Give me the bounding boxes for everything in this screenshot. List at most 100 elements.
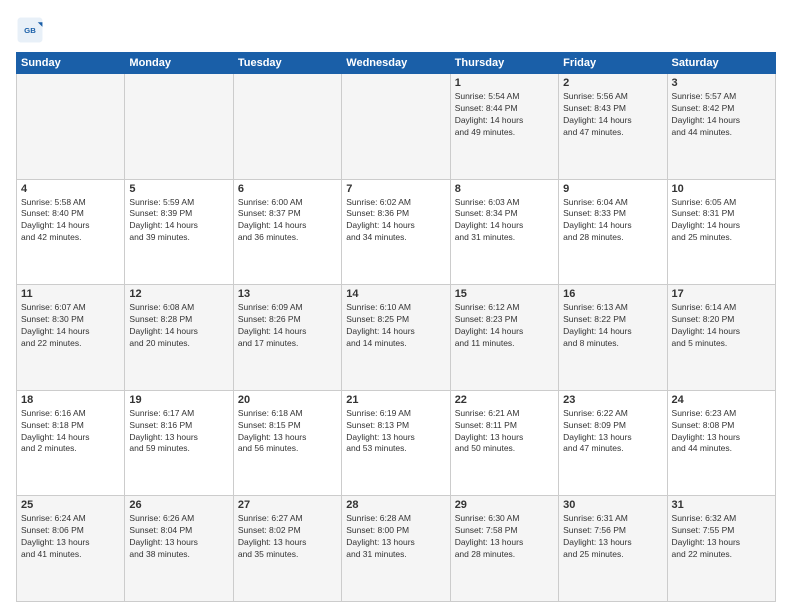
day-number: 29 [455, 499, 554, 511]
week-row-3: 11 Sunrise: 6:07 AM Sunset: 8:30 PM Dayli… [17, 285, 776, 391]
weekday-header-row: SundayMondayTuesdayWednesdayThursdayFrid… [17, 53, 776, 74]
day-number: 16 [563, 288, 662, 300]
day-number: 24 [672, 394, 771, 406]
day-info: Sunrise: 6:14 AM Sunset: 8:20 PM Dayligh… [672, 302, 771, 350]
calendar-cell: 24Sunrise: 6:23 AM Sunset: 8:08 PM Dayli… [667, 390, 775, 496]
svg-text:GB: GB [24, 26, 36, 35]
calendar-cell: 20 Sunrise: 6:18 AM Sunset: 8:15 PM Dayli… [233, 390, 341, 496]
day-info: Sunrise: 6:17 AM Sunset: 8:16 PM Dayligh… [129, 408, 228, 456]
logo-icon: GB [16, 16, 44, 44]
calendar-cell: 18 Sunrise: 6:16 AM Sunset: 8:18 PM Dayli… [17, 390, 125, 496]
weekday-header-sunday: Sunday [17, 53, 125, 74]
day-info: Sunrise: 6:02 AM Sunset: 8:36 PM Dayligh… [346, 197, 445, 245]
day-number: 1 [455, 77, 554, 89]
day-number: 15 [455, 288, 554, 300]
day-number: 9 [563, 183, 662, 195]
day-number: 3 [672, 77, 771, 89]
day-info: Sunrise: 6:27 AM Sunset: 8:02 PM Dayligh… [238, 513, 337, 561]
calendar-cell: 15 Sunrise: 6:12 AM Sunset: 8:23 PM Dayli… [450, 285, 558, 391]
day-number: 27 [238, 499, 337, 511]
calendar-cell: 22 Sunrise: 6:21 AM Sunset: 8:11 PM Dayli… [450, 390, 558, 496]
weekday-header-thursday: Thursday [450, 53, 558, 74]
calendar-cell: 11 Sunrise: 6:07 AM Sunset: 8:30 PM Dayli… [17, 285, 125, 391]
calendar-cell: 19 Sunrise: 6:17 AM Sunset: 8:16 PM Dayli… [125, 390, 233, 496]
calendar-cell: 23 Sunrise: 6:22 AM Sunset: 8:09 PM Dayli… [559, 390, 667, 496]
day-info: Sunrise: 6:12 AM Sunset: 8:23 PM Dayligh… [455, 302, 554, 350]
day-info: Sunrise: 6:13 AM Sunset: 8:22 PM Dayligh… [563, 302, 662, 350]
weekday-header-tuesday: Tuesday [233, 53, 341, 74]
day-info: Sunrise: 6:26 AM Sunset: 8:04 PM Dayligh… [129, 513, 228, 561]
weekday-header-monday: Monday [125, 53, 233, 74]
calendar-cell: 31Sunrise: 6:32 AM Sunset: 7:55 PM Dayli… [667, 496, 775, 602]
day-number: 17 [672, 288, 771, 300]
calendar-cell: 4Sunrise: 5:58 AM Sunset: 8:40 PM Daylig… [17, 179, 125, 285]
page-header: GB [16, 16, 776, 44]
calendar-cell: 21 Sunrise: 6:19 AM Sunset: 8:13 PM Dayli… [342, 390, 450, 496]
day-number: 30 [563, 499, 662, 511]
calendar-cell: 7 Sunrise: 6:02 AM Sunset: 8:36 PM Daylig… [342, 179, 450, 285]
calendar-cell: 26 Sunrise: 6:26 AM Sunset: 8:04 PM Dayli… [125, 496, 233, 602]
day-info: Sunrise: 6:24 AM Sunset: 8:06 PM Dayligh… [21, 513, 120, 561]
day-number: 20 [238, 394, 337, 406]
calendar-cell: 16 Sunrise: 6:13 AM Sunset: 8:22 PM Dayli… [559, 285, 667, 391]
calendar-cell: 12 Sunrise: 6:08 AM Sunset: 8:28 PM Dayli… [125, 285, 233, 391]
day-info: Sunrise: 6:09 AM Sunset: 8:26 PM Dayligh… [238, 302, 337, 350]
calendar-cell: 25 Sunrise: 6:24 AM Sunset: 8:06 PM Dayli… [17, 496, 125, 602]
calendar-cell: 10 Sunrise: 6:05 AM Sunset: 8:31 PM Dayli… [667, 179, 775, 285]
day-number: 10 [672, 183, 771, 195]
calendar-cell [342, 74, 450, 180]
calendar-cell: 13Sunrise: 6:09 AM Sunset: 8:26 PM Dayli… [233, 285, 341, 391]
day-number: 25 [21, 499, 120, 511]
day-info: Sunrise: 6:10 AM Sunset: 8:25 PM Dayligh… [346, 302, 445, 350]
day-info: Sunrise: 6:19 AM Sunset: 8:13 PM Dayligh… [346, 408, 445, 456]
day-number: 18 [21, 394, 120, 406]
day-info: Sunrise: 6:32 AM Sunset: 7:55 PM Dayligh… [672, 513, 771, 561]
calendar-cell: 28Sunrise: 6:28 AM Sunset: 8:00 PM Dayli… [342, 496, 450, 602]
day-info: Sunrise: 6:30 AM Sunset: 7:58 PM Dayligh… [455, 513, 554, 561]
day-info: Sunrise: 5:58 AM Sunset: 8:40 PM Dayligh… [21, 197, 120, 245]
day-info: Sunrise: 6:18 AM Sunset: 8:15 PM Dayligh… [238, 408, 337, 456]
day-number: 11 [21, 288, 120, 300]
calendar-cell [233, 74, 341, 180]
week-row-2: 4Sunrise: 5:58 AM Sunset: 8:40 PM Daylig… [17, 179, 776, 285]
day-info: Sunrise: 5:57 AM Sunset: 8:42 PM Dayligh… [672, 91, 771, 139]
calendar-cell: 3 Sunrise: 5:57 AM Sunset: 8:42 PM Daylig… [667, 74, 775, 180]
day-number: 14 [346, 288, 445, 300]
weekday-header-wednesday: Wednesday [342, 53, 450, 74]
day-info: Sunrise: 6:05 AM Sunset: 8:31 PM Dayligh… [672, 197, 771, 245]
day-info: Sunrise: 5:56 AM Sunset: 8:43 PM Dayligh… [563, 91, 662, 139]
day-number: 12 [129, 288, 228, 300]
calendar-cell: 5 Sunrise: 5:59 AM Sunset: 8:39 PM Daylig… [125, 179, 233, 285]
day-number: 7 [346, 183, 445, 195]
day-info: Sunrise: 6:07 AM Sunset: 8:30 PM Dayligh… [21, 302, 120, 350]
day-number: 23 [563, 394, 662, 406]
day-number: 6 [238, 183, 337, 195]
day-info: Sunrise: 6:04 AM Sunset: 8:33 PM Dayligh… [563, 197, 662, 245]
day-info: Sunrise: 6:00 AM Sunset: 8:37 PM Dayligh… [238, 197, 337, 245]
day-info: Sunrise: 5:59 AM Sunset: 8:39 PM Dayligh… [129, 197, 228, 245]
calendar-cell: 9 Sunrise: 6:04 AM Sunset: 8:33 PM Daylig… [559, 179, 667, 285]
calendar-cell: 14 Sunrise: 6:10 AM Sunset: 8:25 PM Dayli… [342, 285, 450, 391]
day-number: 26 [129, 499, 228, 511]
calendar-cell: 6 Sunrise: 6:00 AM Sunset: 8:37 PM Daylig… [233, 179, 341, 285]
weekday-header-friday: Friday [559, 53, 667, 74]
day-info: Sunrise: 5:54 AM Sunset: 8:44 PM Dayligh… [455, 91, 554, 139]
day-info: Sunrise: 6:03 AM Sunset: 8:34 PM Dayligh… [455, 197, 554, 245]
day-number: 22 [455, 394, 554, 406]
day-info: Sunrise: 6:21 AM Sunset: 8:11 PM Dayligh… [455, 408, 554, 456]
weekday-header-saturday: Saturday [667, 53, 775, 74]
day-info: Sunrise: 6:31 AM Sunset: 7:56 PM Dayligh… [563, 513, 662, 561]
calendar-cell: 30 Sunrise: 6:31 AM Sunset: 7:56 PM Dayli… [559, 496, 667, 602]
calendar-cell: 8 Sunrise: 6:03 AM Sunset: 8:34 PM Daylig… [450, 179, 558, 285]
day-info: Sunrise: 6:22 AM Sunset: 8:09 PM Dayligh… [563, 408, 662, 456]
calendar-cell: 17 Sunrise: 6:14 AM Sunset: 8:20 PM Dayli… [667, 285, 775, 391]
calendar-cell: 27 Sunrise: 6:27 AM Sunset: 8:02 PM Dayli… [233, 496, 341, 602]
day-number: 21 [346, 394, 445, 406]
day-number: 8 [455, 183, 554, 195]
day-number: 19 [129, 394, 228, 406]
day-number: 5 [129, 183, 228, 195]
day-info: Sunrise: 6:08 AM Sunset: 8:28 PM Dayligh… [129, 302, 228, 350]
week-row-4: 18 Sunrise: 6:16 AM Sunset: 8:18 PM Dayli… [17, 390, 776, 496]
week-row-5: 25 Sunrise: 6:24 AM Sunset: 8:06 PM Dayli… [17, 496, 776, 602]
day-info: Sunrise: 6:16 AM Sunset: 8:18 PM Dayligh… [21, 408, 120, 456]
